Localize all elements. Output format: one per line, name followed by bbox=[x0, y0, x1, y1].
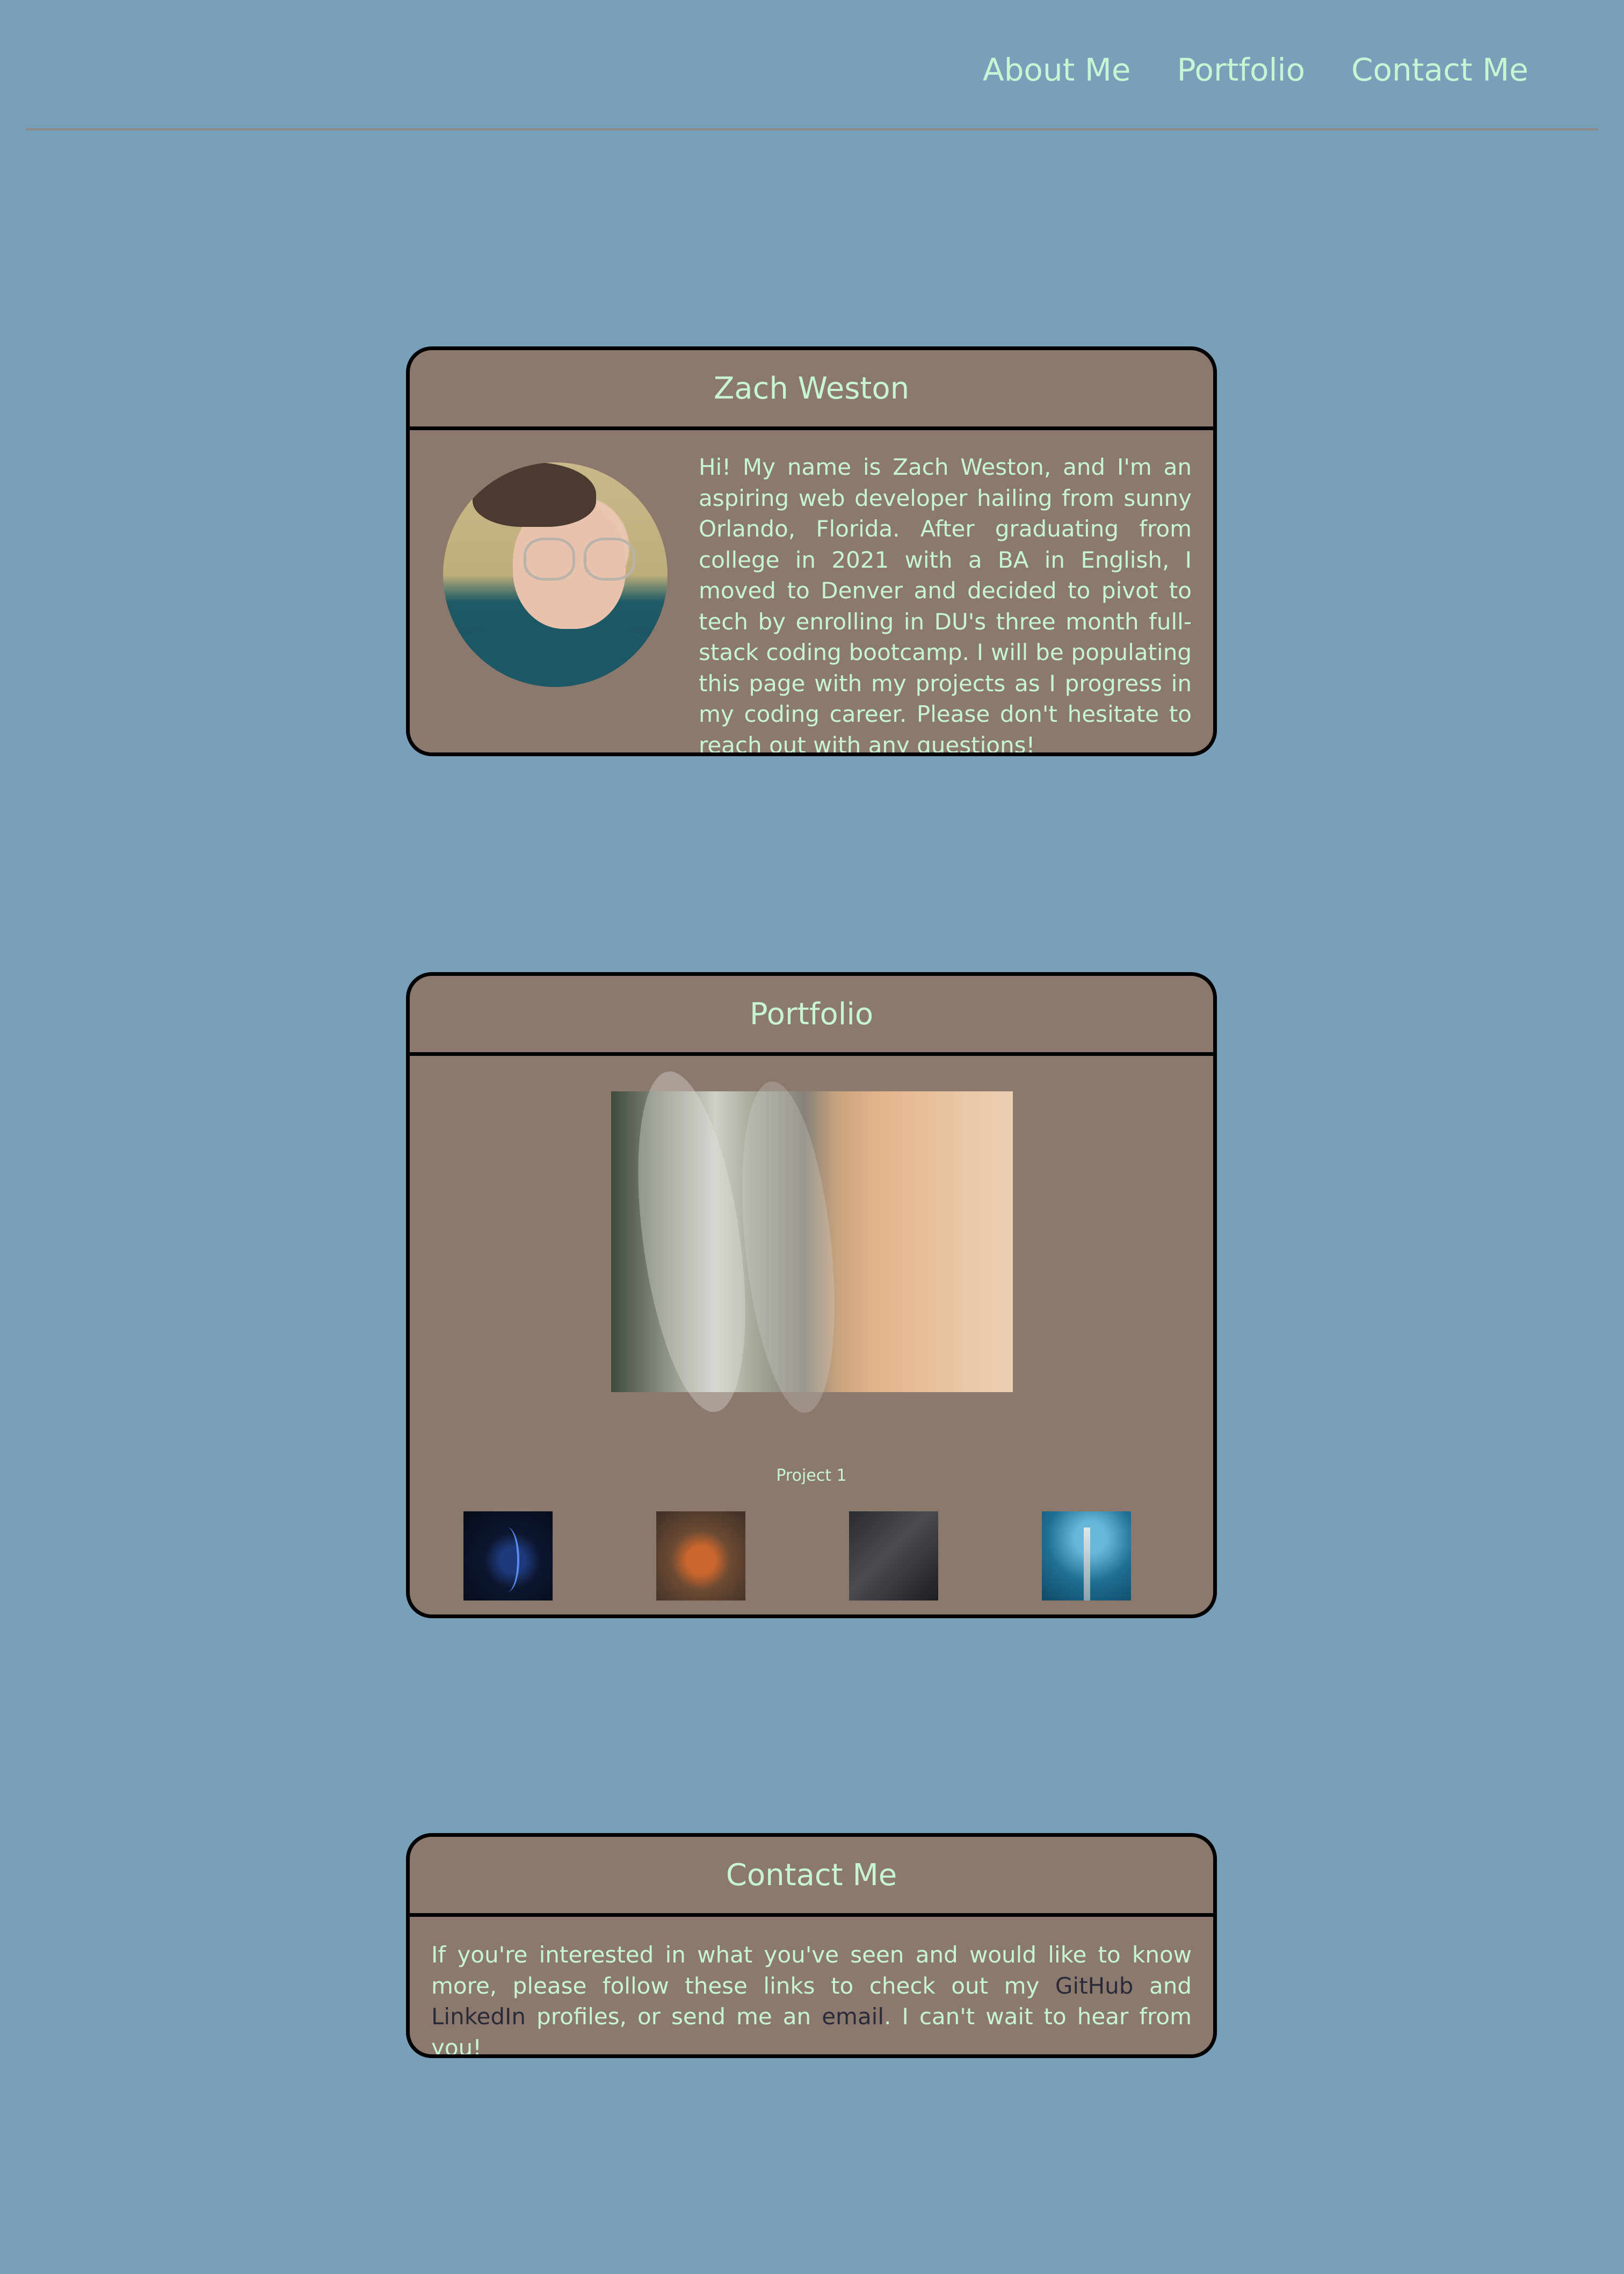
project-caption: Project 1 bbox=[776, 1466, 847, 1485]
linkedin-link[interactable]: LinkedIn bbox=[431, 2003, 526, 2030]
project-thumbnail-squirrel[interactable] bbox=[656, 1511, 745, 1601]
contact-body: If you're interested in what you've seen… bbox=[410, 1917, 1213, 2054]
project-feature-image[interactable] bbox=[611, 1064, 1013, 1419]
github-link[interactable]: GitHub bbox=[1055, 1973, 1134, 1999]
about-body: Hi! My name is Zach Weston, and I'm an a… bbox=[410, 430, 1213, 756]
nav-portfolio[interactable]: Portfolio bbox=[1177, 46, 1306, 94]
portfolio-body: Project 1 bbox=[410, 1056, 1213, 1614]
about-card: Zach Weston Hi! My name is Zach Weston, … bbox=[406, 346, 1217, 756]
project-thumbnail-dunes[interactable] bbox=[849, 1511, 938, 1601]
contact-description: If you're interested in what you've seen… bbox=[431, 1939, 1192, 2054]
portfolio-card-header: Portfolio bbox=[410, 976, 1213, 1056]
project-thumbnail-tower[interactable] bbox=[1042, 1511, 1131, 1601]
contact-card: Contact Me If you're interested in what … bbox=[406, 1833, 1217, 2058]
beach-foam-layer bbox=[728, 1077, 849, 1417]
profile-photo-glasses-left bbox=[524, 538, 575, 581]
about-title: Zach Weston bbox=[713, 371, 910, 406]
beach-foam-layer bbox=[620, 1064, 764, 1419]
header-divider bbox=[26, 128, 1598, 131]
project-thumbnail-light-streak[interactable] bbox=[463, 1511, 553, 1601]
contact-card-header: Contact Me bbox=[410, 1837, 1213, 1917]
nav-about-me[interactable]: About Me bbox=[983, 46, 1131, 94]
about-description: Hi! My name is Zach Weston, and I'm an a… bbox=[699, 454, 1192, 756]
portfolio-card: Portfolio Project 1 bbox=[406, 972, 1217, 1618]
email-link[interactable]: email bbox=[822, 2003, 884, 2030]
profile-photo-hair bbox=[473, 462, 596, 527]
top-nav: About Me Portfolio Contact Me bbox=[983, 46, 1528, 94]
nav-contact-me[interactable]: Contact Me bbox=[1351, 46, 1528, 94]
about-card-header: Zach Weston bbox=[410, 350, 1213, 430]
project-thumbnails bbox=[410, 1511, 1213, 1601]
profile-photo-shirt bbox=[443, 624, 668, 687]
contact-text-part: profiles, or send me an bbox=[526, 2003, 822, 2030]
profile-photo-glasses-right bbox=[584, 538, 635, 581]
contact-text-part: and bbox=[1133, 1972, 1192, 1999]
portfolio-title: Portfolio bbox=[749, 996, 874, 1032]
profile-photo bbox=[443, 462, 668, 687]
contact-title: Contact Me bbox=[726, 1857, 897, 1893]
